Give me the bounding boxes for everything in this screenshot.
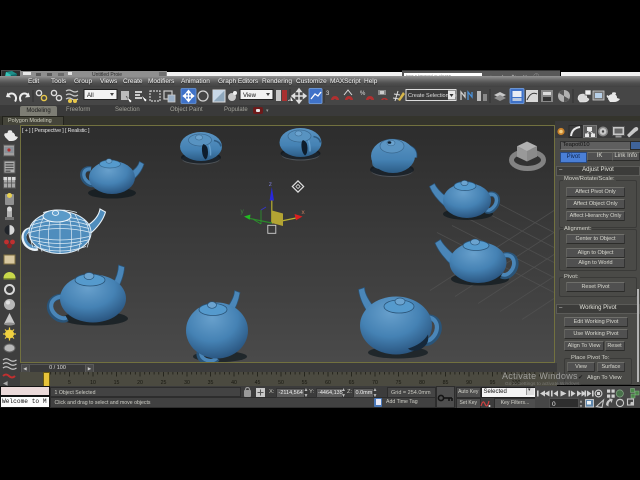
svg-text:All: All [87,93,94,99]
svg-text:y: y [241,208,245,215]
svg-text:55: 55 [302,380,308,386]
svg-text:75: 75 [396,380,402,386]
svg-text:90: 90 [466,380,472,386]
svg-text:65: 65 [349,380,355,386]
svg-text:50: 50 [278,380,284,386]
svg-text:25: 25 [161,380,167,386]
svg-text:x: x [302,209,306,216]
svg-text:85: 85 [443,380,449,386]
svg-text:45: 45 [255,380,261,386]
svg-text:20: 20 [137,380,143,386]
svg-text:3: 3 [326,91,330,97]
svg-text:60: 60 [325,380,331,386]
svg-text:35: 35 [208,380,214,386]
svg-text:15: 15 [114,380,120,386]
svg-text:30: 30 [184,380,190,386]
svg-text:0: 0 [552,401,556,408]
svg-text:10: 10 [90,380,96,386]
svg-text:95: 95 [490,380,496,386]
svg-text:80: 80 [419,380,425,386]
svg-text:40: 40 [231,380,237,386]
svg-text:70: 70 [372,380,378,386]
svg-text:View: View [243,93,257,99]
svg-text:5: 5 [68,380,71,386]
svg-text:%: % [360,91,366,97]
svg-text:z: z [269,181,272,188]
